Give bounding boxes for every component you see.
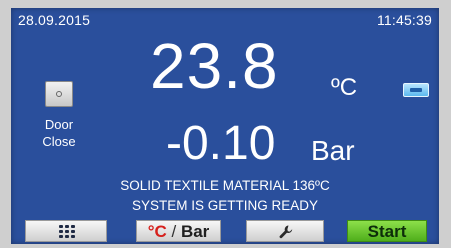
temperature-value: 23.8 bbox=[150, 30, 279, 102]
pressure-unit: Bar bbox=[311, 135, 355, 166]
date-display: 28.09.2015 bbox=[18, 12, 91, 28]
units-slash: / bbox=[166, 222, 181, 241]
start-label: Start bbox=[367, 222, 407, 241]
touch-screen: 28.09.2015 11:45:39 23.8 ºC Door Close -… bbox=[11, 8, 439, 244]
menu-button[interactable] bbox=[25, 220, 107, 242]
start-button[interactable]: Start bbox=[347, 220, 427, 242]
settings-button[interactable] bbox=[246, 220, 324, 242]
program-status: SOLID TEXTILE MATERIAL 136ºC bbox=[120, 178, 330, 193]
door-label-line1: Door bbox=[44, 117, 74, 132]
door-status-label: Door Close bbox=[33, 116, 85, 150]
device-frame: 28.09.2015 11:45:39 23.8 ºC Door Close -… bbox=[0, 0, 451, 248]
units-celsius: °C bbox=[147, 222, 167, 241]
door-icon bbox=[56, 91, 62, 97]
usb-slot bbox=[410, 88, 422, 92]
time-display: 11:45:39 bbox=[376, 12, 432, 28]
grid-icon bbox=[59, 225, 75, 239]
door-close-button[interactable] bbox=[45, 81, 73, 107]
units-label: °C / Bar bbox=[137, 222, 220, 241]
pressure-value: -0.10 bbox=[166, 117, 276, 170]
usb-icon[interactable] bbox=[403, 83, 429, 97]
door-label-line2: Close bbox=[42, 134, 76, 149]
wrench-icon bbox=[279, 225, 293, 239]
bottom-toolbar: °C / Bar Start bbox=[11, 220, 439, 244]
temperature-unit: ºC bbox=[331, 74, 358, 101]
system-status: SYSTEM IS GETTING READY bbox=[131, 198, 319, 213]
units-bar: Bar bbox=[180, 222, 210, 241]
units-toggle-button[interactable]: °C / Bar bbox=[136, 220, 221, 242]
